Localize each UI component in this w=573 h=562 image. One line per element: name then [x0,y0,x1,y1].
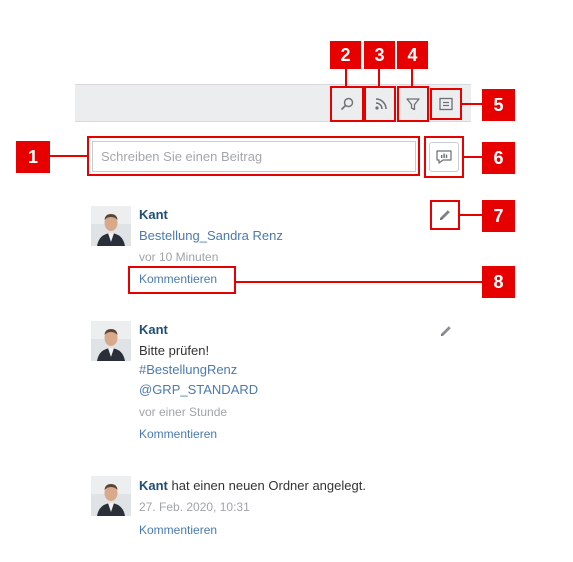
avatar-image [91,321,131,361]
post-text: Bitte prüfen! [139,343,210,358]
document-link[interactable]: Bestellung_Sandra Renz [139,228,283,243]
callout-number-6: 6 [482,142,515,174]
callout-line-4 [411,68,413,87]
callout-number-3: 3 [364,41,395,69]
post-timestamp: vor einer Stunde [139,405,228,419]
edit-icon[interactable] [439,324,453,338]
callout-line-3 [378,68,380,87]
avatar[interactable] [91,206,131,246]
callout-line-7 [459,214,483,216]
callout-line-2 [345,68,347,87]
callout-number-2: 2 [330,41,361,69]
callout-box-4 [397,86,429,122]
callout-box-3 [364,86,396,122]
post-timestamp: 27. Feb. 2020, 10:31 [139,500,250,514]
avatar-image [91,476,131,516]
post-author[interactable]: Kant [139,207,168,222]
callout-box-7 [430,200,460,230]
mention-link[interactable]: @GRP_STANDARD [139,382,258,397]
callout-box-6 [424,136,464,178]
activity-text: hat einen neuen Ordner angelegt. [171,478,366,493]
callout-box-5 [430,88,462,120]
avatar[interactable] [91,476,131,516]
avatar-image [91,206,131,246]
callout-line-5 [461,103,483,105]
callout-number-8: 8 [482,266,515,298]
callout-line-8 [235,281,483,283]
callout-number-1: 1 [16,141,50,173]
callout-number-4: 4 [397,41,428,69]
callout-box-2 [330,86,364,122]
comment-link[interactable]: Kommentieren [139,427,217,441]
comment-link[interactable]: Kommentieren [139,523,217,537]
avatar[interactable] [91,321,131,361]
hashtag-link[interactable]: #BestellungRenz [139,362,237,377]
callout-box-1 [87,136,420,176]
callout-number-5: 5 [482,89,515,121]
callout-number-7: 7 [482,200,515,232]
callout-line-6 [463,156,483,158]
callout-line-1 [50,155,88,157]
post-author[interactable]: Kant [139,478,168,493]
activity-line: Kant hat einen neuen Ordner angelegt. [139,478,366,493]
callout-box-8 [128,266,236,294]
post-author[interactable]: Kant [139,322,168,337]
post-timestamp: vor 10 Minuten [139,250,219,264]
